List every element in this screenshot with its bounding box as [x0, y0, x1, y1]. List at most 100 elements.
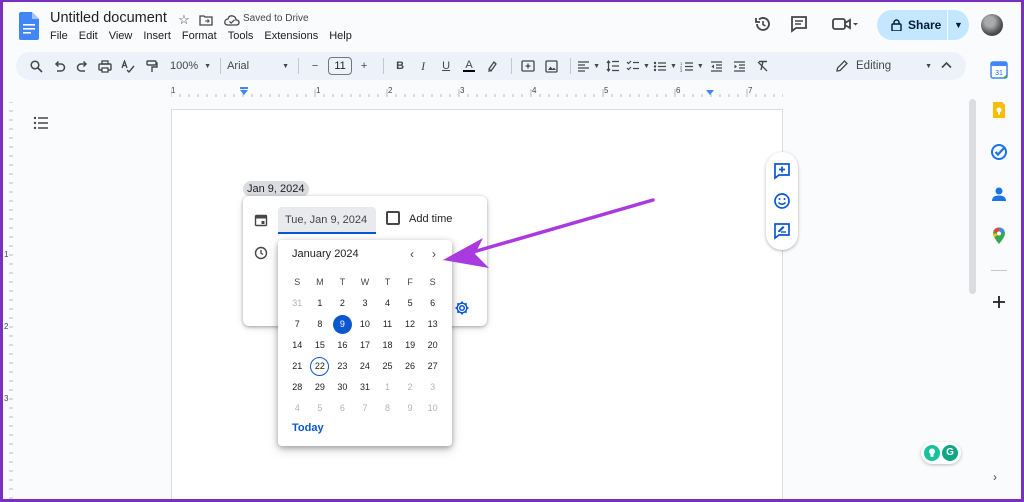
calendar-day[interactable]: 3 [354, 294, 377, 313]
cloud-done-icon[interactable] [224, 13, 240, 27]
increase-indent-icon[interactable] [730, 55, 750, 77]
calendar-day[interactable]: 12 [399, 315, 422, 334]
increase-font-size-button[interactable]: + [354, 55, 374, 77]
calendar-day[interactable]: 22 [310, 357, 330, 376]
share-button[interactable]: Share ▼ [877, 10, 969, 40]
docs-logo-icon[interactable] [19, 12, 39, 40]
previous-month-icon[interactable]: ‹ [406, 247, 418, 261]
calendar-day[interactable]: 30 [331, 378, 354, 397]
decrease-font-size-button[interactable]: − [305, 55, 325, 77]
undo-icon[interactable] [49, 55, 69, 77]
calendar-day[interactable]: 9 [399, 399, 422, 418]
horizontal-ruler[interactable] [171, 86, 783, 98]
expand-side-panel-icon[interactable]: › [993, 470, 997, 484]
calendar-day[interactable]: 23 [331, 357, 354, 376]
bulleted-list-icon[interactable]: ▼ [653, 55, 677, 77]
calendar-day[interactable]: 27 [421, 357, 444, 376]
calendar-day[interactable]: 5 [309, 399, 332, 418]
today-button[interactable]: Today [292, 422, 324, 434]
menu-insert[interactable]: Insert [143, 30, 171, 42]
calendar-day[interactable]: 24 [354, 357, 377, 376]
insert-link-icon[interactable] [518, 55, 538, 77]
share-dropdown-icon[interactable]: ▼ [948, 20, 969, 30]
version-history-icon[interactable] [753, 14, 773, 34]
calendar-day[interactable]: 28 [286, 378, 309, 397]
print-icon[interactable] [95, 55, 115, 77]
font-size-input[interactable]: 11 [328, 57, 353, 75]
star-icon[interactable]: ☆ [176, 12, 192, 28]
calendar-day[interactable]: 10 [421, 399, 444, 418]
calendar-day[interactable]: 2 [331, 294, 354, 313]
zoom-select[interactable]: 100% ▼ [170, 55, 211, 77]
vertical-scrollbar[interactable] [969, 99, 976, 294]
calendar-day[interactable]: 18 [376, 336, 399, 355]
calendar-day[interactable]: 9 [332, 315, 352, 334]
collapse-toolbar-icon[interactable] [941, 60, 952, 72]
calendar-day[interactable]: 7 [286, 315, 309, 334]
calendar-day[interactable]: 31 [286, 294, 309, 313]
calendar-day[interactable]: 25 [376, 357, 399, 376]
calendar-day[interactable]: 1 [376, 378, 399, 397]
calendar-day[interactable]: 17 [354, 336, 377, 355]
add-time-label[interactable]: Add time [409, 213, 452, 225]
tasks-app-icon[interactable] [989, 142, 1009, 162]
get-add-ons-icon[interactable] [989, 292, 1009, 312]
calendar-day[interactable]: 1 [309, 294, 332, 313]
date-chip[interactable]: Jan 9, 2024 [243, 181, 309, 197]
insert-image-icon[interactable] [541, 55, 561, 77]
bold-icon[interactable]: B [390, 55, 410, 77]
line-spacing-icon[interactable] [603, 55, 623, 77]
menu-file[interactable]: File [50, 30, 68, 42]
add-emoji-reaction-icon[interactable] [773, 192, 791, 210]
calendar-day[interactable]: 8 [309, 315, 332, 334]
calendar-day[interactable]: 11 [376, 315, 399, 334]
calendar-day[interactable]: 6 [331, 399, 354, 418]
menu-view[interactable]: View [109, 30, 133, 42]
contacts-app-icon[interactable] [989, 184, 1009, 204]
calendar-day[interactable]: 7 [354, 399, 377, 418]
document-outline-icon[interactable] [33, 115, 49, 131]
menu-tools[interactable]: Tools [228, 30, 254, 42]
decrease-indent-icon[interactable] [707, 55, 727, 77]
calendar-day[interactable]: 31 [354, 378, 377, 397]
calendar-app-icon[interactable]: 31 [989, 60, 1009, 80]
text-color-icon[interactable]: A [459, 55, 479, 77]
editing-mode-select[interactable]: Editing ▼ [836, 52, 932, 80]
calendar-day[interactable]: 15 [309, 336, 332, 355]
date-input[interactable]: Tue, Jan 9, 2024 [278, 207, 376, 234]
calendar-day[interactable]: 21 [286, 357, 309, 376]
checklist-icon[interactable]: ▼ [626, 55, 650, 77]
add-time-checkbox[interactable] [386, 211, 400, 225]
calendar-day[interactable]: 29 [309, 378, 332, 397]
menu-format[interactable]: Format [182, 30, 217, 42]
calendar-day[interactable]: 4 [376, 294, 399, 313]
calendar-day[interactable]: 26 [399, 357, 422, 376]
calendar-day[interactable]: 19 [399, 336, 422, 355]
calendar-day[interactable]: 10 [354, 315, 377, 334]
next-month-icon[interactable]: › [428, 247, 440, 261]
search-menus-icon[interactable] [26, 55, 46, 77]
calendar-day[interactable]: 14 [286, 336, 309, 355]
font-select[interactable]: Arial ▼ [227, 55, 289, 77]
meet-icon[interactable] [831, 14, 859, 34]
add-comment-icon[interactable] [773, 162, 791, 180]
settings-gear-icon[interactable] [454, 300, 470, 316]
vertical-ruler[interactable] [3, 102, 13, 499]
keep-app-icon[interactable] [989, 100, 1009, 120]
calendar-day[interactable]: 3 [421, 378, 444, 397]
paint-format-icon[interactable] [141, 55, 161, 77]
move-folder-icon[interactable] [199, 13, 213, 27]
calendar-day[interactable]: 5 [399, 294, 422, 313]
calendar-day[interactable]: 16 [331, 336, 354, 355]
underline-icon[interactable]: U [436, 55, 456, 77]
highlight-color-icon[interactable] [482, 55, 502, 77]
spellcheck-icon[interactable] [118, 55, 138, 77]
calendar-day[interactable]: 20 [421, 336, 444, 355]
calendar-day[interactable]: 4 [286, 399, 309, 418]
calendar-day[interactable]: 13 [421, 315, 444, 334]
calendar-day[interactable]: 8 [376, 399, 399, 418]
avatar[interactable] [981, 14, 1003, 36]
document-title[interactable]: Untitled document [50, 10, 167, 26]
calendar-day[interactable]: 6 [421, 294, 444, 313]
comments-icon[interactable] [789, 14, 809, 34]
